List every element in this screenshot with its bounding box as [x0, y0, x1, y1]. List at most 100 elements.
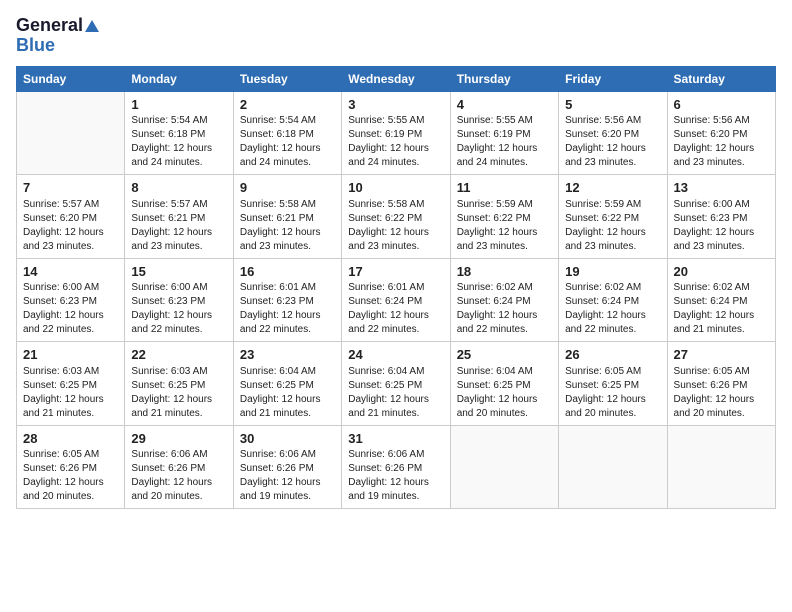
calendar-cell: 17Sunrise: 6:01 AM Sunset: 6:24 PM Dayli… — [342, 258, 450, 342]
day-number: 13 — [674, 179, 769, 197]
day-number: 3 — [348, 96, 443, 114]
day-info: Sunrise: 6:02 AM Sunset: 6:24 PM Dayligh… — [674, 281, 769, 337]
day-info: Sunrise: 5:59 AM Sunset: 6:22 PM Dayligh… — [457, 198, 552, 254]
day-header-monday: Monday — [125, 66, 233, 91]
calendar-cell: 22Sunrise: 6:03 AM Sunset: 6:25 PM Dayli… — [125, 342, 233, 426]
day-number: 5 — [565, 96, 660, 114]
logo-text-blue: Blue — [16, 36, 99, 56]
calendar-cell — [450, 425, 558, 509]
page-header: General Blue — [16, 16, 776, 56]
logo-text-general: General — [16, 16, 99, 36]
calendar-cell: 27Sunrise: 6:05 AM Sunset: 6:26 PM Dayli… — [667, 342, 775, 426]
calendar-cell — [667, 425, 775, 509]
calendar-week-5: 28Sunrise: 6:05 AM Sunset: 6:26 PM Dayli… — [17, 425, 776, 509]
day-info: Sunrise: 6:00 AM Sunset: 6:23 PM Dayligh… — [674, 198, 769, 254]
day-number: 28 — [23, 430, 118, 448]
day-info: Sunrise: 5:55 AM Sunset: 6:19 PM Dayligh… — [457, 114, 552, 170]
calendar-cell: 3Sunrise: 5:55 AM Sunset: 6:19 PM Daylig… — [342, 91, 450, 175]
day-number: 6 — [674, 96, 769, 114]
calendar-cell: 10Sunrise: 5:58 AM Sunset: 6:22 PM Dayli… — [342, 175, 450, 259]
day-header-sunday: Sunday — [17, 66, 125, 91]
day-number: 17 — [348, 263, 443, 281]
day-header-thursday: Thursday — [450, 66, 558, 91]
day-number: 14 — [23, 263, 118, 281]
day-info: Sunrise: 5:55 AM Sunset: 6:19 PM Dayligh… — [348, 114, 443, 170]
calendar-cell: 20Sunrise: 6:02 AM Sunset: 6:24 PM Dayli… — [667, 258, 775, 342]
day-info: Sunrise: 6:06 AM Sunset: 6:26 PM Dayligh… — [240, 448, 335, 504]
day-info: Sunrise: 5:56 AM Sunset: 6:20 PM Dayligh… — [565, 114, 660, 170]
day-info: Sunrise: 6:03 AM Sunset: 6:25 PM Dayligh… — [131, 365, 226, 421]
day-info: Sunrise: 6:03 AM Sunset: 6:25 PM Dayligh… — [23, 365, 118, 421]
day-info: Sunrise: 6:02 AM Sunset: 6:24 PM Dayligh… — [457, 281, 552, 337]
day-number: 31 — [348, 430, 443, 448]
day-info: Sunrise: 6:05 AM Sunset: 6:25 PM Dayligh… — [565, 365, 660, 421]
calendar-cell: 4Sunrise: 5:55 AM Sunset: 6:19 PM Daylig… — [450, 91, 558, 175]
calendar-cell: 18Sunrise: 6:02 AM Sunset: 6:24 PM Dayli… — [450, 258, 558, 342]
day-number: 11 — [457, 179, 552, 197]
day-number: 10 — [348, 179, 443, 197]
calendar-week-4: 21Sunrise: 6:03 AM Sunset: 6:25 PM Dayli… — [17, 342, 776, 426]
calendar-cell: 24Sunrise: 6:04 AM Sunset: 6:25 PM Dayli… — [342, 342, 450, 426]
calendar-cell: 5Sunrise: 5:56 AM Sunset: 6:20 PM Daylig… — [559, 91, 667, 175]
calendar-cell: 2Sunrise: 5:54 AM Sunset: 6:18 PM Daylig… — [233, 91, 341, 175]
day-info: Sunrise: 6:04 AM Sunset: 6:25 PM Dayligh… — [457, 365, 552, 421]
day-number: 23 — [240, 346, 335, 364]
day-info: Sunrise: 5:54 AM Sunset: 6:18 PM Dayligh… — [131, 114, 226, 170]
calendar-cell: 26Sunrise: 6:05 AM Sunset: 6:25 PM Dayli… — [559, 342, 667, 426]
day-number: 9 — [240, 179, 335, 197]
day-number: 2 — [240, 96, 335, 114]
day-info: Sunrise: 6:04 AM Sunset: 6:25 PM Dayligh… — [348, 365, 443, 421]
day-header-friday: Friday — [559, 66, 667, 91]
day-info: Sunrise: 5:56 AM Sunset: 6:20 PM Dayligh… — [674, 114, 769, 170]
calendar-week-3: 14Sunrise: 6:00 AM Sunset: 6:23 PM Dayli… — [17, 258, 776, 342]
day-info: Sunrise: 5:57 AM Sunset: 6:21 PM Dayligh… — [131, 198, 226, 254]
day-number: 20 — [674, 263, 769, 281]
calendar-cell: 6Sunrise: 5:56 AM Sunset: 6:20 PM Daylig… — [667, 91, 775, 175]
day-info: Sunrise: 5:57 AM Sunset: 6:20 PM Dayligh… — [23, 198, 118, 254]
day-info: Sunrise: 5:54 AM Sunset: 6:18 PM Dayligh… — [240, 114, 335, 170]
day-number: 18 — [457, 263, 552, 281]
day-number: 25 — [457, 346, 552, 364]
calendar-week-2: 7Sunrise: 5:57 AM Sunset: 6:20 PM Daylig… — [17, 175, 776, 259]
day-number: 26 — [565, 346, 660, 364]
calendar-week-1: 1Sunrise: 5:54 AM Sunset: 6:18 PM Daylig… — [17, 91, 776, 175]
calendar-cell: 13Sunrise: 6:00 AM Sunset: 6:23 PM Dayli… — [667, 175, 775, 259]
calendar-cell: 30Sunrise: 6:06 AM Sunset: 6:26 PM Dayli… — [233, 425, 341, 509]
day-info: Sunrise: 5:58 AM Sunset: 6:22 PM Dayligh… — [348, 198, 443, 254]
day-number: 15 — [131, 263, 226, 281]
calendar-cell: 1Sunrise: 5:54 AM Sunset: 6:18 PM Daylig… — [125, 91, 233, 175]
calendar-cell: 12Sunrise: 5:59 AM Sunset: 6:22 PM Dayli… — [559, 175, 667, 259]
day-number: 12 — [565, 179, 660, 197]
calendar-cell: 25Sunrise: 6:04 AM Sunset: 6:25 PM Dayli… — [450, 342, 558, 426]
day-number: 29 — [131, 430, 226, 448]
calendar-cell — [559, 425, 667, 509]
calendar-header-row: SundayMondayTuesdayWednesdayThursdayFrid… — [17, 66, 776, 91]
day-number: 8 — [131, 179, 226, 197]
day-number: 7 — [23, 179, 118, 197]
day-info: Sunrise: 6:00 AM Sunset: 6:23 PM Dayligh… — [131, 281, 226, 337]
day-number: 21 — [23, 346, 118, 364]
day-info: Sunrise: 6:06 AM Sunset: 6:26 PM Dayligh… — [131, 448, 226, 504]
calendar-table: SundayMondayTuesdayWednesdayThursdayFrid… — [16, 66, 776, 510]
calendar-cell — [17, 91, 125, 175]
day-number: 24 — [348, 346, 443, 364]
calendar-cell: 19Sunrise: 6:02 AM Sunset: 6:24 PM Dayli… — [559, 258, 667, 342]
calendar-cell: 21Sunrise: 6:03 AM Sunset: 6:25 PM Dayli… — [17, 342, 125, 426]
logo: General Blue — [16, 16, 99, 56]
calendar-cell: 29Sunrise: 6:06 AM Sunset: 6:26 PM Dayli… — [125, 425, 233, 509]
day-info: Sunrise: 6:05 AM Sunset: 6:26 PM Dayligh… — [23, 448, 118, 504]
day-number: 22 — [131, 346, 226, 364]
calendar-cell: 8Sunrise: 5:57 AM Sunset: 6:21 PM Daylig… — [125, 175, 233, 259]
calendar-cell: 31Sunrise: 6:06 AM Sunset: 6:26 PM Dayli… — [342, 425, 450, 509]
day-info: Sunrise: 5:58 AM Sunset: 6:21 PM Dayligh… — [240, 198, 335, 254]
day-info: Sunrise: 6:00 AM Sunset: 6:23 PM Dayligh… — [23, 281, 118, 337]
day-header-wednesday: Wednesday — [342, 66, 450, 91]
day-info: Sunrise: 5:59 AM Sunset: 6:22 PM Dayligh… — [565, 198, 660, 254]
day-number: 4 — [457, 96, 552, 114]
day-info: Sunrise: 6:05 AM Sunset: 6:26 PM Dayligh… — [674, 365, 769, 421]
day-info: Sunrise: 6:06 AM Sunset: 6:26 PM Dayligh… — [348, 448, 443, 504]
day-header-tuesday: Tuesday — [233, 66, 341, 91]
day-info: Sunrise: 6:01 AM Sunset: 6:24 PM Dayligh… — [348, 281, 443, 337]
calendar-body: 1Sunrise: 5:54 AM Sunset: 6:18 PM Daylig… — [17, 91, 776, 509]
calendar-cell: 7Sunrise: 5:57 AM Sunset: 6:20 PM Daylig… — [17, 175, 125, 259]
